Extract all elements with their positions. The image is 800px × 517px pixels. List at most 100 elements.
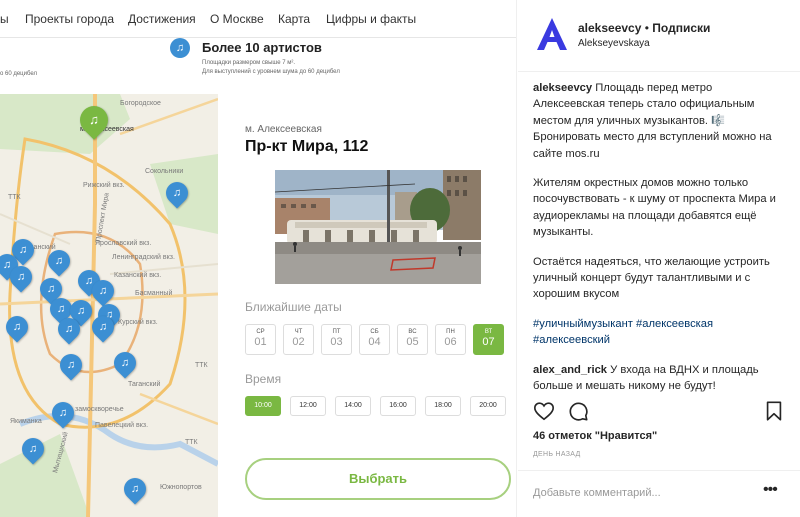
map-label: Ярославский вкз. — [95, 240, 152, 247]
music-note-icon: ♫ — [66, 359, 76, 371]
caption-username[interactable]: alekseevcy — [533, 82, 592, 94]
day-button[interactable]: СР 01 — [245, 324, 276, 355]
username-link[interactable]: alekseevcy — [578, 21, 641, 35]
day-number: 07 — [482, 336, 495, 348]
dates-label: Ближайшие даты — [245, 300, 342, 314]
music-note-icon: ♫ — [16, 271, 26, 283]
nav-item-about-moscow: О Москве — [210, 12, 264, 26]
map-label: Павелецкий вкз. — [95, 422, 149, 429]
map-pin[interactable]: ♫ — [43, 245, 75, 277]
map-pin[interactable]: ♫ — [87, 311, 119, 343]
heart-icon[interactable] — [533, 400, 555, 422]
map-label: Таганский — [128, 381, 161, 388]
music-note-icon: ♫ — [58, 407, 68, 419]
caption-text-2: Жителям окрестных домов можно только пос… — [533, 177, 776, 239]
map-pin[interactable]: ♫ — [5, 261, 37, 293]
map-label: Рижский вкз. — [83, 182, 125, 189]
location-card: м. Алексеевская Пр-кт Мира, 112 Ближайши… — [218, 94, 516, 517]
map-pin[interactable]: ♫ — [47, 397, 79, 429]
music-note-icon: ♫ — [130, 483, 140, 495]
day-name: ПТ — [332, 329, 341, 335]
time-button[interactable]: 10:00 — [245, 396, 281, 416]
comment-bar: Добавьте комментарий... ••• — [518, 470, 800, 517]
day-name: ВТ — [484, 329, 493, 335]
map-label: Казанский вкз. — [114, 272, 162, 279]
promo-block: о 60 децибел ♫ Более 10 артистов Площадк… — [0, 38, 516, 94]
card-address: Пр-кт Мира, 112 — [245, 138, 369, 155]
map-label: Богородское — [120, 100, 161, 107]
day-name: ЧТ — [294, 329, 303, 335]
day-number: 04 — [368, 336, 381, 348]
promo-line-1: Площадки размером свыше 7 м². — [202, 60, 296, 66]
promo-line-2: Для выступлений с уровнем шума до 60 дец… — [202, 69, 340, 75]
bookmark-icon[interactable] — [763, 400, 785, 422]
time-button[interactable]: 20:00 — [470, 396, 506, 416]
music-note-icon: ♫ — [28, 443, 38, 455]
promo-title: Более 10 артистов — [202, 40, 322, 55]
map-pin[interactable]: ♫ — [119, 473, 151, 505]
music-note-icon: ♫ — [89, 112, 99, 127]
map-label: Сокольники — [145, 168, 184, 175]
music-note-icon: ♫ — [64, 323, 74, 335]
comment-input[interactable]: Добавьте комментарий... — [533, 487, 661, 499]
nav-item-map: Карта — [278, 12, 311, 26]
time-button[interactable]: 16:00 — [380, 396, 416, 416]
caption-text-3: Остаётся надеяться, что желающие устроит… — [533, 255, 770, 301]
map-pin[interactable]: ♫ — [1, 311, 33, 343]
map-label: Курский вкз. — [118, 319, 158, 326]
instagram-panel: alekseevcy • Подписки Alekseyevskaya ale… — [518, 0, 800, 517]
map-label: ТТК — [185, 439, 198, 446]
map-pin-selected[interactable]: ♫ — [74, 100, 114, 140]
map-pin[interactable]: ♫ — [53, 313, 85, 345]
map-pin[interactable]: ♫ — [161, 177, 193, 209]
likes-count[interactable]: 46 отметок "Нравится" — [533, 430, 657, 442]
post-header: alekseevcy • Подписки Alekseyevskaya — [518, 0, 800, 72]
choose-button[interactable]: Выбрать — [245, 458, 511, 500]
day-name: СР — [256, 329, 265, 335]
day-name: ВС — [408, 329, 417, 335]
comment-username[interactable]: alex_and_rick — [533, 364, 607, 376]
day-button[interactable]: ПТ 03 — [321, 324, 352, 355]
city-map: Богородское м. Алексеевская Сокольники Р… — [0, 94, 218, 517]
nav-item-facts: Цифры и факты — [326, 12, 417, 26]
music-note-icon: ♫ — [120, 357, 130, 369]
map-pin[interactable]: ♫ — [17, 433, 49, 465]
separator-dot: • — [641, 21, 653, 35]
following-button[interactable]: Подписки — [652, 21, 710, 35]
time-button[interactable]: 12:00 — [290, 396, 326, 416]
day-number: 01 — [254, 336, 267, 348]
map-pin[interactable]: ♫ — [87, 275, 119, 307]
post-caption: alekseevcy Площадь перед метро Алексеевс… — [533, 80, 783, 408]
music-note-icon: ♫ — [170, 38, 190, 58]
map-label: Якиманка — [10, 418, 42, 425]
time-button[interactable]: 14:00 — [335, 396, 371, 416]
post-time: ДЕНЬ НАЗАД — [533, 451, 581, 458]
location-link[interactable]: Alekseyevskaya — [578, 38, 650, 49]
day-button[interactable]: ПН 06 — [435, 324, 466, 355]
day-number: 06 — [444, 336, 457, 348]
day-number: 03 — [330, 336, 343, 348]
map-label: замоскворечье — [75, 406, 124, 413]
map-label: Ленинградский вкз. — [112, 254, 175, 261]
music-note-icon: ♫ — [12, 321, 22, 333]
day-button[interactable]: ВС 05 — [397, 324, 428, 355]
header-user-line: alekseevcy • Подписки — [578, 21, 710, 35]
map-pin[interactable]: ♫ — [55, 349, 87, 381]
more-options-icon[interactable]: ••• — [763, 481, 778, 499]
comment-icon[interactable] — [567, 400, 589, 422]
time-button[interactable]: 18:00 — [425, 396, 461, 416]
day-button[interactable]: СБ 04 — [359, 324, 390, 355]
hashtags[interactable]: #уличныймузыкант #алексеевская #алексеев… — [533, 316, 783, 349]
map-label: ТТК — [8, 194, 21, 201]
map-pin[interactable]: ♫ — [109, 347, 141, 379]
action-bar — [533, 400, 785, 424]
map-label: ТТК — [195, 362, 208, 369]
day-button[interactable]: ЧТ 02 — [283, 324, 314, 355]
music-note-icon: ♫ — [98, 285, 108, 297]
music-note-icon: ♫ — [172, 187, 182, 199]
avatar[interactable] — [536, 17, 568, 51]
day-name: СБ — [370, 329, 379, 335]
day-number: 05 — [406, 336, 419, 348]
map-label: Басманный — [135, 290, 173, 297]
day-button[interactable]: ВТ 07 — [473, 324, 504, 355]
